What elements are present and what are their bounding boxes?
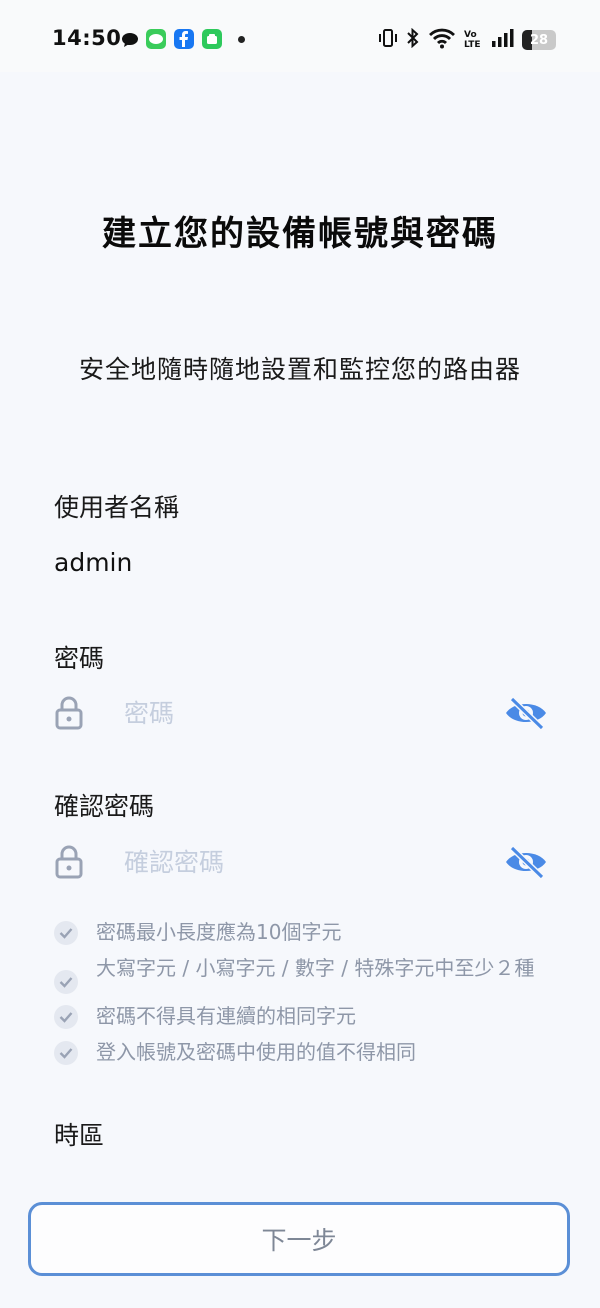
confirm-password-label: 確認密碼	[54, 792, 155, 821]
next-button[interactable]: 下一步	[28, 1202, 570, 1276]
check-icon	[54, 1005, 78, 1029]
confirm-password-input[interactable]	[122, 846, 486, 878]
notification-icons	[122, 28, 245, 50]
bluetooth-icon	[406, 27, 420, 52]
system-icons: Vo LTE 28	[378, 27, 556, 53]
chat-bubble-icon	[122, 32, 138, 47]
password-rule-item: 密碼不得具有連續的相同字元	[54, 1002, 554, 1030]
toggle-confirm-password-visibility-icon[interactable]	[504, 845, 548, 880]
volte-label: Vo LTE	[464, 30, 481, 50]
battery-icon: 28	[522, 30, 556, 50]
password-rule-text: 登入帳號及密碼中使用的值不得相同	[96, 1040, 416, 1064]
page-title: 建立您的設備帳號與密碼	[102, 214, 498, 254]
page-subtitle: 安全地隨時隨地設置和監控您的路由器	[78, 355, 521, 384]
line-app-icon	[146, 29, 166, 49]
check-icon	[54, 921, 78, 945]
password-input[interactable]	[122, 697, 486, 729]
status-bar: 14:50 Vo LTE 28	[0, 0, 600, 72]
username-value: admin	[54, 548, 133, 577]
vibrate-icon	[378, 28, 398, 52]
password-rule-text: 大寫字元 / 小寫字元 / 數字 / 特殊字元中至少２種	[96, 956, 535, 980]
more-notifications-dot	[238, 35, 245, 43]
battery-level: 28	[529, 32, 549, 48]
lock-icon	[54, 696, 84, 730]
green-app-icon	[202, 29, 222, 49]
password-rule-item: 密碼最小長度應為10個字元	[54, 918, 554, 946]
wifi-icon	[428, 27, 456, 53]
password-rule-item: 登入帳號及密碼中使用的值不得相同	[54, 1038, 554, 1066]
password-field	[54, 688, 548, 738]
toggle-password-visibility-icon[interactable]	[504, 696, 548, 731]
password-rules-list: 密碼最小長度應為10個字元 大寫字元 / 小寫字元 / 數字 / 特殊字元中至少…	[54, 918, 554, 1074]
confirm-password-field	[54, 837, 548, 887]
check-icon	[54, 970, 78, 994]
lock-icon	[54, 845, 84, 879]
signal-icon	[492, 29, 514, 51]
password-rule-text: 密碼不得具有連續的相同字元	[96, 1004, 356, 1028]
username-label: 使用者名稱	[54, 493, 180, 522]
password-rule-text: 密碼最小長度應為10個字元	[96, 920, 342, 944]
timezone-label: 時區	[54, 1121, 105, 1150]
check-icon	[54, 1041, 78, 1065]
password-rule-item: 大寫字元 / 小寫字元 / 數字 / 特殊字元中至少２種	[54, 954, 554, 994]
facebook-app-icon	[174, 29, 194, 49]
password-label: 密碼	[54, 644, 105, 673]
status-time: 14:50	[52, 26, 122, 50]
